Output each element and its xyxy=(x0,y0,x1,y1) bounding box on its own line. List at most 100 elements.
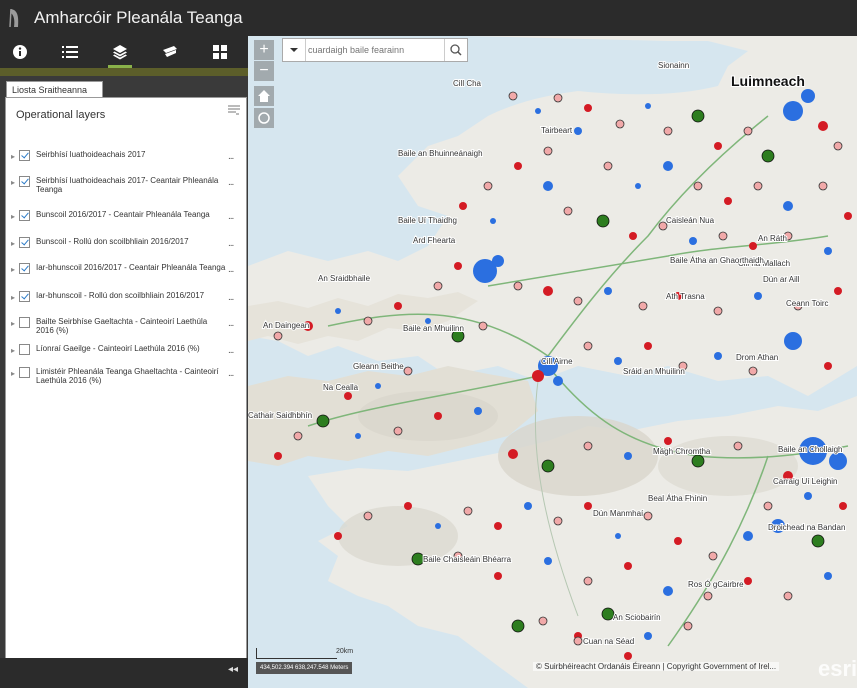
map-symbol[interactable] xyxy=(541,459,555,473)
map-symbol[interactable] xyxy=(393,426,403,436)
map-symbol[interactable] xyxy=(603,161,613,171)
map-symbol[interactable] xyxy=(818,181,828,191)
map-symbol[interactable] xyxy=(459,202,467,210)
layer-checkbox[interactable] xyxy=(19,317,30,328)
map-symbol[interactable] xyxy=(538,616,548,626)
map-symbol[interactable] xyxy=(615,119,625,129)
map-symbol[interactable] xyxy=(543,181,553,191)
map-symbol[interactable] xyxy=(663,161,673,171)
collapse-panel-icon[interactable]: ◂◂ xyxy=(228,664,238,675)
map-symbol[interactable] xyxy=(614,357,622,365)
map-symbol[interactable] xyxy=(824,362,832,370)
map-symbol[interactable] xyxy=(553,93,563,103)
map-symbol[interactable] xyxy=(355,433,361,439)
search-input[interactable] xyxy=(308,42,438,58)
map-symbol[interactable] xyxy=(714,352,722,360)
layer-checkbox[interactable] xyxy=(19,176,30,187)
map-symbol[interactable] xyxy=(624,652,632,660)
map-symbol[interactable] xyxy=(543,146,553,156)
layer-checkbox[interactable] xyxy=(19,344,30,355)
map-symbol[interactable] xyxy=(583,576,593,586)
layer-menu-icon[interactable] xyxy=(228,104,240,116)
map-symbol[interactable] xyxy=(490,218,496,224)
map-symbol[interactable] xyxy=(615,533,621,539)
map-symbol[interactable] xyxy=(573,296,583,306)
map-symbol[interactable] xyxy=(644,342,652,350)
map-symbol[interactable] xyxy=(274,452,282,460)
map-symbol[interactable] xyxy=(563,206,573,216)
map-symbol[interactable] xyxy=(839,502,847,510)
layers-button[interactable] xyxy=(106,40,134,68)
map-canvas[interactable]: Luimneach Cill Cha Sionainn Baile an Bhu… xyxy=(248,36,857,688)
map-symbol[interactable] xyxy=(573,636,583,646)
map-symbol[interactable] xyxy=(543,286,553,296)
zoom-out-button[interactable]: − xyxy=(254,61,274,81)
map-symbol[interactable] xyxy=(624,452,632,460)
map-symbol[interactable] xyxy=(596,214,610,228)
map-symbol[interactable] xyxy=(811,534,825,548)
map-symbol[interactable] xyxy=(635,183,641,189)
layer-options-icon[interactable]: ... xyxy=(228,238,234,249)
map-symbol[interactable] xyxy=(574,127,582,135)
map-symbol[interactable] xyxy=(293,431,303,441)
expand-arrow-icon[interactable]: ▸ xyxy=(11,178,15,187)
map-symbol[interactable] xyxy=(624,562,632,570)
layer-options-icon[interactable]: ... xyxy=(228,211,234,222)
map-symbol[interactable] xyxy=(524,502,532,510)
map-symbol[interactable] xyxy=(375,383,381,389)
gallery-button[interactable] xyxy=(206,40,234,64)
map-symbol[interactable] xyxy=(403,366,413,376)
map-symbol[interactable] xyxy=(743,531,753,541)
map-symbol[interactable] xyxy=(691,454,705,468)
search-source-dropdown[interactable] xyxy=(283,39,306,61)
map-symbol[interactable] xyxy=(718,231,728,241)
layer-options-icon[interactable]: ... xyxy=(228,292,234,303)
map-symbol[interactable] xyxy=(824,247,832,255)
map-symbol[interactable] xyxy=(514,162,522,170)
map-symbol[interactable] xyxy=(363,511,373,521)
map-symbol[interactable] xyxy=(394,302,402,310)
map-symbol[interactable] xyxy=(761,149,775,163)
layer-options-icon[interactable]: ... xyxy=(228,151,234,162)
layer-checkbox[interactable] xyxy=(19,263,30,274)
map-symbol[interactable] xyxy=(553,516,563,526)
map-symbol[interactable] xyxy=(344,392,352,400)
basemap-button[interactable] xyxy=(156,40,184,64)
map-symbol[interactable] xyxy=(604,287,612,295)
map-symbol[interactable] xyxy=(643,511,653,521)
map-symbol[interactable] xyxy=(508,91,518,101)
map-symbol[interactable] xyxy=(494,572,502,580)
map-symbol[interactable] xyxy=(478,321,488,331)
map-symbol[interactable] xyxy=(804,492,812,500)
layer-checkbox[interactable] xyxy=(19,150,30,161)
layer-checkbox[interactable] xyxy=(19,237,30,248)
map-symbol[interactable] xyxy=(463,506,473,516)
map-symbol[interactable] xyxy=(748,366,758,376)
map-symbol[interactable] xyxy=(334,532,342,540)
map-symbol[interactable] xyxy=(532,370,544,382)
map-symbol[interactable] xyxy=(553,376,563,386)
legend-button[interactable] xyxy=(56,40,84,64)
expand-arrow-icon[interactable]: ▸ xyxy=(11,319,15,328)
map-symbol[interactable] xyxy=(834,287,842,295)
map-symbol[interactable] xyxy=(584,502,592,510)
about-button[interactable] xyxy=(6,40,34,64)
expand-arrow-icon[interactable]: ▸ xyxy=(11,369,15,378)
map-symbol[interactable] xyxy=(691,109,705,123)
map-symbol[interactable] xyxy=(784,332,802,350)
map-symbol[interactable] xyxy=(508,449,518,459)
map-view[interactable]: Luimneach Cill Cha Sionainn Baile an Bhu… xyxy=(248,36,857,688)
search-button[interactable] xyxy=(444,39,467,61)
map-symbol[interactable] xyxy=(483,181,493,191)
map-symbol[interactable] xyxy=(363,316,373,326)
layer-checkbox[interactable] xyxy=(19,210,30,221)
map-symbol[interactable] xyxy=(404,502,412,510)
map-symbol[interactable] xyxy=(629,232,637,240)
map-symbol[interactable] xyxy=(494,522,502,530)
map-symbol[interactable] xyxy=(674,537,682,545)
map-symbol[interactable] xyxy=(724,197,732,205)
map-symbol[interactable] xyxy=(513,281,523,291)
map-symbol[interactable] xyxy=(433,281,443,291)
layer-checkbox[interactable] xyxy=(19,291,30,302)
map-symbol[interactable] xyxy=(753,181,763,191)
